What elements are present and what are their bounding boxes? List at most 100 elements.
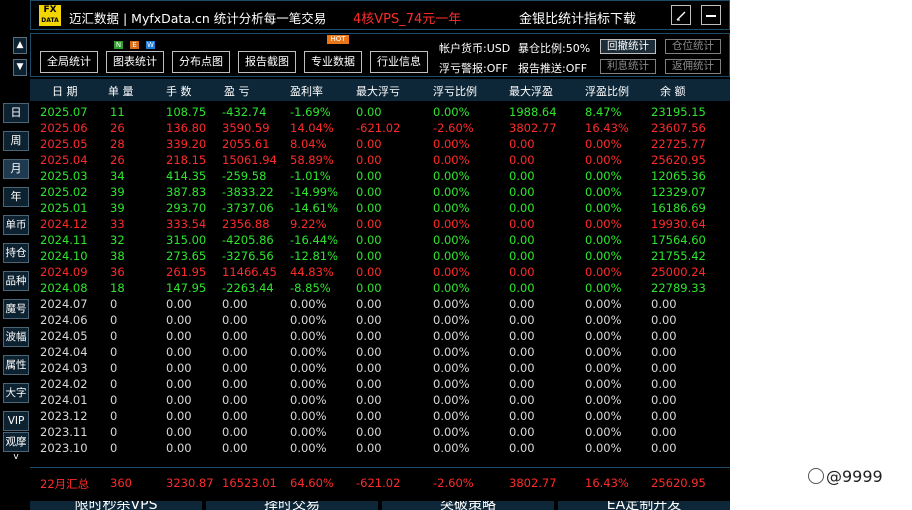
col-pnl[interactable]: 盈 亏	[224, 83, 250, 99]
table-row[interactable]: 2024.03 0 0.00 0.00 0.00% 0.00 0.00% 0.00 0.00% 0…	[30, 360, 730, 376]
cell-profit-rate: 0.00%	[290, 425, 327, 439]
summary-orders: 360	[110, 476, 132, 490]
sidebar-item-12[interactable]: 观摩	[3, 432, 29, 452]
cell-lots: 0.00	[166, 361, 192, 375]
cell-orders: 36	[110, 265, 125, 279]
bottom-tab-label: 突破策略	[440, 501, 496, 510]
col-max-float-profit[interactable]: 最大浮盈	[509, 83, 553, 99]
sidebar-item-7[interactable]: 魔号	[3, 299, 29, 319]
sidebar-item-2[interactable]: 月	[3, 159, 29, 179]
table-row[interactable]: 2024.10 38 273.65 -3276.56 -12.81% 0.00 0.00% 0…	[30, 248, 730, 264]
col-date[interactable]: 日 期	[52, 83, 78, 99]
cell-max-float-profit: 0.00	[509, 345, 535, 359]
edit-button[interactable]	[671, 5, 691, 25]
table-row[interactable]: 2024.08 18 147.95 -2263.44 -8.85% 0.00 0.00% 0.…	[30, 280, 730, 296]
summary-pnl: 16523.01	[222, 476, 277, 490]
cell-lots: 0.00	[166, 393, 192, 407]
table-row[interactable]: 2023.12 0 0.00 0.00 0.00% 0.00 0.00% 0.00 0.00% 0…	[30, 408, 730, 424]
report-screenshot-button[interactable]: 报告截图	[238, 51, 296, 73]
sidebar-more-chevron-icon[interactable]: v	[3, 451, 29, 463]
cell-pnl: -4205.86	[222, 233, 274, 247]
col-profit-rate[interactable]: 盈利率	[290, 83, 323, 99]
sidebar-item-1[interactable]: 周	[3, 131, 29, 151]
table-row[interactable]: 2024.05 0 0.00 0.00 0.00% 0.00 0.00% 0.00 0.00% 0…	[30, 328, 730, 344]
interest-stats-button[interactable]: 利息统计	[600, 59, 656, 74]
scroll-down-arrow-icon[interactable]: ▼	[13, 59, 27, 76]
cell-balance: 25620.95	[651, 153, 706, 167]
table-row[interactable]: 2023.10 0 0.00 0.00 0.00% 0.00 0.00% 0.00 0.00% 0…	[30, 440, 730, 456]
pro-data-button[interactable]: 专业数据	[304, 51, 362, 73]
table-row[interactable]: 2024.07 0 0.00 0.00 0.00% 0.00 0.00% 0.00 0.00% 0…	[30, 296, 730, 312]
cell-balance: 0.00	[651, 345, 677, 359]
cell-date: 2025.02	[40, 185, 88, 199]
cell-float-loss-ratio: 0.00%	[433, 329, 470, 343]
vps-promo-link[interactable]: 4核VPS_74元一年	[353, 8, 461, 27]
cell-lots: 147.95	[166, 281, 207, 295]
cell-orders: 0	[110, 425, 118, 439]
cell-date: 2024.12	[40, 217, 88, 231]
table-row[interactable]: 2024.09 36 261.95 11466.45 44.83% 0.00 0.00% 0.…	[30, 264, 730, 280]
cell-float-profit-ratio: 0.00%	[585, 329, 622, 343]
table-row[interactable]: 2025.07 11 108.75 -432.74 -1.69% 0.00 0.00% 198…	[30, 104, 730, 120]
cell-max-float-loss: 0.00	[356, 233, 382, 247]
bottom-tab-timing[interactable]: 择时交易	[206, 501, 378, 510]
sidebar-item-10[interactable]: 大字	[3, 383, 29, 403]
col-orders[interactable]: 单 量	[108, 83, 134, 99]
minimize-button[interactable]	[701, 5, 721, 25]
sidebar-item-6[interactable]: 品种	[3, 271, 29, 291]
chart-stats-button[interactable]: 图表统计	[106, 51, 164, 73]
scroll-up-arrow-icon[interactable]: ▲	[13, 37, 27, 54]
table-row[interactable]: 2023.11 0 0.00 0.00 0.00% 0.00 0.00% 0.00 0.00% 0…	[30, 424, 730, 440]
col-lots[interactable]: 手 数	[166, 83, 192, 99]
sidebar-item-5[interactable]: 持仓	[3, 243, 29, 263]
global-stats-button[interactable]: 全局统计	[40, 51, 98, 73]
cell-date: 2024.02	[40, 377, 88, 391]
sidebar-item-9[interactable]: 属性	[3, 355, 29, 375]
table-row[interactable]: 2024.12 33 333.54 2356.88 9.22% 0.00 0.00% 0.00…	[30, 216, 730, 232]
sidebar-item-0[interactable]: 日	[3, 103, 29, 123]
bottom-tab-breakout[interactable]: 突破策略	[382, 501, 554, 510]
cell-lots: 333.54	[166, 217, 207, 231]
cell-pnl: 0.00	[222, 425, 248, 439]
table-row[interactable]: 2025.03 34 414.35 -259.58 -1.01% 0.00 0.00% 0.0…	[30, 168, 730, 184]
col-float-loss-ratio[interactable]: 浮亏比例	[433, 83, 477, 99]
sidebar-item-4[interactable]: 单币	[3, 215, 29, 235]
rebate-stats-button[interactable]: 返佣统计	[665, 59, 721, 74]
table-row[interactable]: 2024.11 32 315.00 -4205.86 -16.44% 0.00 0.00% 0…	[30, 232, 730, 248]
col-balance[interactable]: 余 额	[660, 83, 686, 99]
col-max-float-loss[interactable]: 最大浮亏	[356, 83, 400, 99]
table-row[interactable]: 2024.01 0 0.00 0.00 0.00% 0.00 0.00% 0.00 0.00% 0…	[30, 392, 730, 408]
col-float-profit-ratio[interactable]: 浮盈比例	[585, 83, 629, 99]
cell-orders: 39	[110, 201, 125, 215]
table-row[interactable]: 2024.06 0 0.00 0.00 0.00% 0.00 0.00% 0.00 0.00% 0…	[30, 312, 730, 328]
summary-balance: 25620.95	[651, 476, 706, 490]
cell-float-loss-ratio: 0.00%	[433, 409, 470, 423]
sidebar-item-8[interactable]: 波幅	[3, 327, 29, 347]
table-row[interactable]: 2025.06 26 136.80 3590.59 14.04% -621.02 -2.60…	[30, 120, 730, 136]
industry-info-button[interactable]: 行业信息	[370, 51, 428, 73]
table-row[interactable]: 2025.04 26 218.15 15061.94 58.89% 0.00 0.00% 0.…	[30, 152, 730, 168]
cell-pnl: 0.00	[222, 313, 248, 327]
table-row[interactable]: 2025.05 28 339.20 2055.61 8.04% 0.00 0.00% 0.00…	[30, 136, 730, 152]
cell-float-profit-ratio: 0.00%	[585, 281, 622, 295]
table-body: 2025.07 11 108.75 -432.74 -1.69% 0.00 0.00% 198…	[30, 104, 730, 464]
table-row[interactable]: 2024.02 0 0.00 0.00 0.00% 0.00 0.00% 0.00 0.00% 0…	[30, 376, 730, 392]
sidebar-item-3[interactable]: 年	[3, 187, 29, 207]
table-row[interactable]: 2025.01 39 293.70 -3737.06 -14.61% 0.00 0.00% 0…	[30, 200, 730, 216]
table-row[interactable]: 2025.02 39 387.83 -3833.22 -14.99% 0.00 0.00% 0…	[30, 184, 730, 200]
bottom-tab-vps[interactable]: 限时秒杀VPS	[30, 501, 202, 510]
bottom-tab-ea-dev[interactable]: EA定制开发	[558, 501, 730, 510]
cell-pnl: 0.00	[222, 345, 248, 359]
position-stats-button[interactable]: 仓位统计	[665, 39, 721, 54]
report-push[interactable]: 报告推送:OFF	[518, 60, 587, 76]
table-row[interactable]: 2024.04 0 0.00 0.00 0.00% 0.00 0.00% 0.00 0.00% 0…	[30, 344, 730, 360]
cell-float-loss-ratio: 0.00%	[433, 425, 470, 439]
distribution-plot-button[interactable]: 分布点图	[172, 51, 230, 73]
toolbar: 全局统计 图表统计 N E W 分布点图 报告截图 专业数据 HOT 行业信息 …	[30, 33, 730, 77]
cell-float-loss-ratio: 0.00%	[433, 233, 470, 247]
summary-lots: 3230.87	[166, 476, 214, 490]
sidebar-item-11[interactable]: VIP	[3, 411, 29, 431]
indicator-download-link[interactable]: 金银比统计指标下载	[519, 8, 636, 27]
float-loss-alert[interactable]: 浮亏警报:OFF	[439, 60, 508, 76]
drawdown-stats-button[interactable]: 回撤统计	[600, 39, 656, 54]
